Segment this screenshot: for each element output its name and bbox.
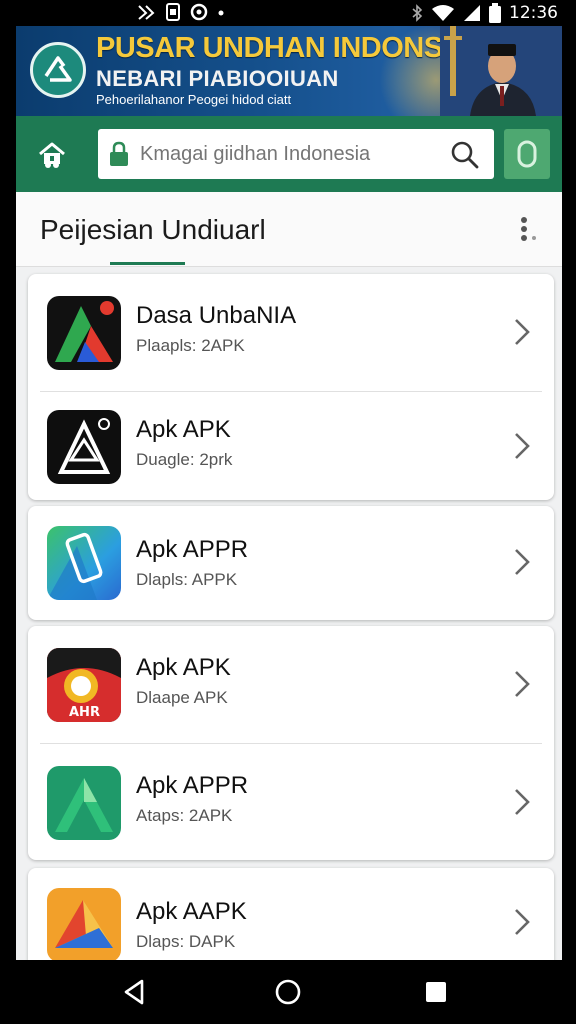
wifi-icon (432, 5, 454, 21)
chevron-right-icon (515, 671, 530, 697)
app-name: Apk AAPK (136, 898, 247, 925)
app-meta: Dlaps: DAPK (136, 932, 236, 951)
app-list-card: Apk AAPK Dlaps: DAPK (28, 868, 554, 960)
app-icon (47, 766, 121, 840)
notification-icon (138, 5, 155, 20)
list-item[interactable]: Apk APK Duagle: 2prk (28, 388, 554, 506)
search-input[interactable] (140, 138, 440, 170)
app-icon (47, 526, 121, 600)
app-meta: Ataps: 2APK (136, 806, 233, 825)
recents-icon[interactable] (420, 976, 452, 1008)
banner-subtitle: NEBARI PIABIOOIUAN (96, 66, 339, 91)
person-photo (440, 26, 562, 116)
home-icon (39, 142, 65, 168)
coin-button[interactable] (504, 129, 550, 179)
promo-banner[interactable]: PUSAR UNDHAN INDONSIA NEBARI PIABIOOIUAN… (16, 26, 562, 116)
app-name: Apk APK (136, 654, 231, 681)
list-item[interactable]: AHR Apk APK Dlaape APK (28, 626, 554, 744)
app-meta: Plaapls: 2APK (136, 336, 245, 355)
banner-title: PUSAR UNDHAN INDONSIA (96, 32, 471, 64)
app-icon (47, 888, 121, 960)
signal-icon (464, 5, 480, 21)
svg-text:AHR: AHR (69, 705, 100, 720)
dot-icon (218, 10, 224, 16)
app-meta: Duagle: 2prk (136, 450, 233, 469)
status-bar: 12:36 (0, 0, 576, 26)
back-icon[interactable] (118, 976, 150, 1008)
app-name: Dasa UnbaNIA (136, 302, 297, 329)
chevron-right-icon (515, 433, 530, 459)
app-name: Apk APPR (136, 536, 249, 563)
list-item[interactable]: Apk APPR Dlapls: APPK (28, 506, 554, 620)
home-nav-icon[interactable] (272, 976, 304, 1008)
chevron-right-icon (515, 319, 530, 345)
app-icon (47, 296, 121, 370)
chevron-right-icon (515, 909, 530, 935)
list-item[interactable]: Apk APPR Ataps: 2APK (28, 744, 554, 862)
app-list-card: Dasa UnbaNIA Plaapls: 2APK Apk APK Duagl… (28, 274, 554, 500)
system-nav-bar (0, 960, 576, 1024)
app-name: Apk APPR (136, 772, 249, 799)
app-icon: AHR (47, 648, 121, 722)
search-box[interactable] (98, 129, 494, 179)
app-list-card: Apk APPR Dlapls: APPK (28, 506, 554, 620)
search-icon[interactable] (450, 140, 480, 170)
more-options-icon[interactable] (516, 214, 542, 244)
status-time: 12:36 (509, 3, 558, 23)
list-item[interactable]: Apk AAPK Dlaps: DAPK (28, 868, 554, 960)
lock-icon (110, 141, 128, 166)
coin-icon (517, 140, 537, 168)
brand-logo-icon (30, 42, 86, 98)
app-meta: Dlapls: APPK (136, 570, 238, 589)
chevron-right-icon (515, 549, 530, 575)
top-toolbar (16, 116, 562, 192)
section-header: Peijesian Undiuarl (16, 192, 562, 267)
active-tab-indicator (110, 262, 185, 265)
battery-icon (489, 3, 501, 23)
app-name: Apk APK (136, 416, 231, 443)
sim-icon (166, 3, 180, 21)
sync-icon (190, 3, 208, 21)
list-item[interactable]: Dasa UnbaNIA Plaapls: 2APK (28, 274, 554, 392)
app-icon (47, 410, 121, 484)
app-meta: Dlaape APK (136, 688, 228, 707)
app-screen: PUSAR UNDHAN INDONSIA NEBARI PIABIOOIUAN… (16, 26, 562, 960)
chevron-right-icon (515, 789, 530, 815)
section-title: Peijesian Undiuarl (40, 214, 266, 245)
banner-tagline: Pehoerilahanor Peogei hidod ciatt (96, 92, 292, 107)
home-button[interactable] (32, 134, 72, 174)
app-list-card: AHR Apk APK Dlaape APK Apk APPR Ataps: 2… (28, 626, 554, 860)
bluetooth-icon (412, 4, 423, 22)
